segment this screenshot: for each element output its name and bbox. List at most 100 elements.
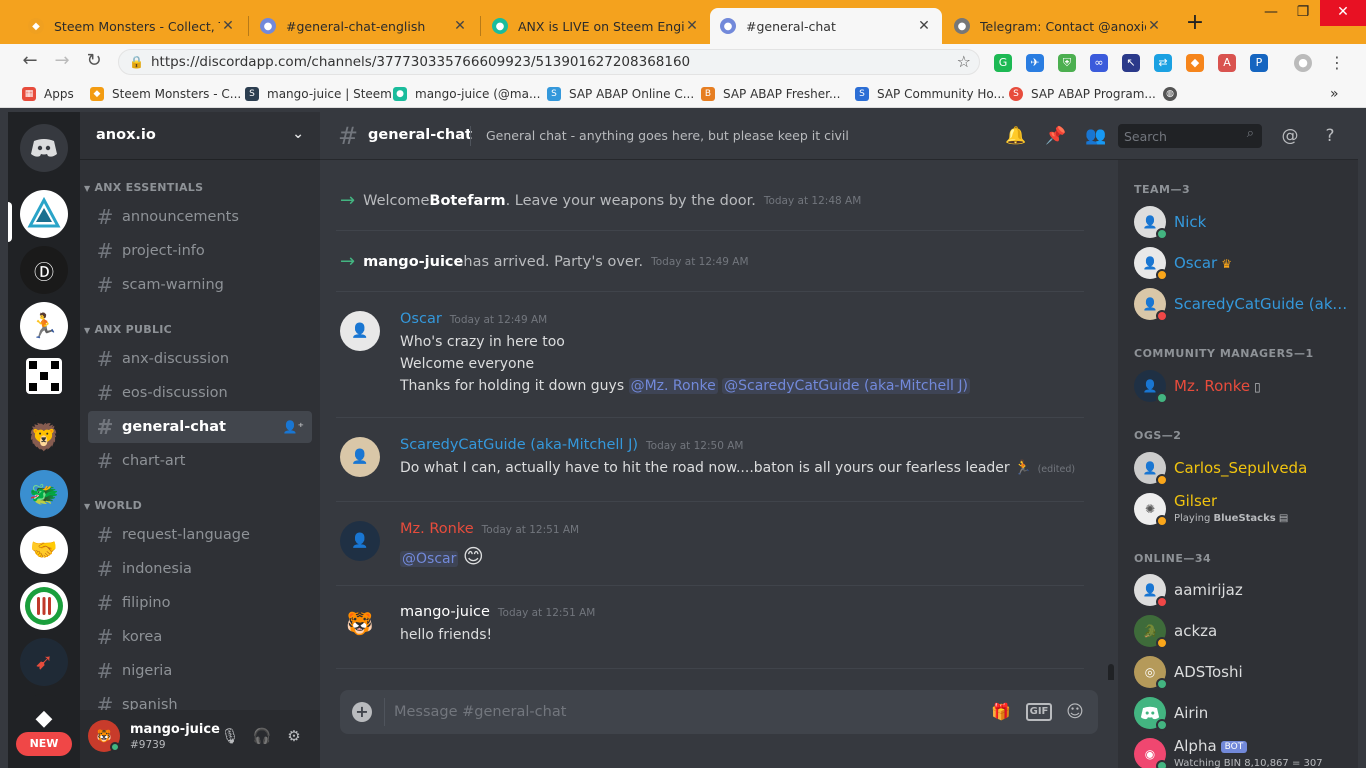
member-list-icon[interactable]: 👥	[1084, 124, 1108, 148]
upload-plus-button[interactable]: +	[352, 702, 372, 722]
server-handshake-icon[interactable]: 🤝	[20, 526, 68, 574]
member-alpha[interactable]: ◉ Alpha BOT Watching BIN 8,10,867 = 307	[1126, 734, 1350, 768]
channel-chart-art[interactable]: # chart-art	[88, 445, 312, 477]
channel-request-language[interactable]: # request-language	[88, 519, 312, 551]
author-name[interactable]: Oscar	[400, 311, 442, 327]
bookmark-mango-juice-ma[interactable]: ● mango-juice (@ma...	[393, 85, 540, 103]
browser-tab-anx-live[interactable]: ● ANX is LIVE on Steem Engine ar ✕	[482, 8, 710, 44]
close-tab-icon[interactable]: ✕	[452, 18, 468, 34]
bookmarks-overflow-icon[interactable]: »	[1330, 85, 1339, 103]
reload-icon[interactable]: ↻	[82, 50, 106, 74]
channel-indonesia[interactable]: # indonesia	[88, 553, 312, 585]
member-name[interactable]: Botefarm	[429, 193, 505, 209]
extension-pdf-icon[interactable]: A	[1218, 54, 1236, 72]
category-anx-essentials[interactable]: ▼ ANX ESSENTIALS	[84, 181, 203, 194]
close-window-button[interactable]: ✕	[1320, 0, 1366, 26]
bookmark-globe[interactable]: ◍	[1163, 85, 1185, 103]
menu-kebab-icon[interactable]: ⋮	[1328, 54, 1346, 72]
member-name[interactable]: mango-juice	[363, 254, 463, 270]
user-mention[interactable]: @Mz. Ronke	[628, 378, 718, 394]
new-server-badge[interactable]: NEW	[16, 732, 72, 756]
bookmark-apps[interactable]: ▦ Apps	[22, 85, 74, 103]
server-dragon-icon[interactable]: 🐲	[20, 470, 68, 518]
browser-tab-telegram[interactable]: ● Telegram: Contact @anoxio ✕	[944, 8, 1172, 44]
extension-grammarly-icon[interactable]: G	[994, 54, 1012, 72]
bookmark-sap-abap-fresher[interactable]: B SAP ABAP Fresher...	[701, 85, 840, 103]
channel-scam-warning[interactable]: # scam-warning	[88, 269, 312, 301]
extension-infinity-icon[interactable]: ∞	[1090, 54, 1108, 72]
message-scrollbar[interactable]	[1108, 664, 1114, 680]
mute-microphone-icon[interactable]: 🎙	[220, 726, 240, 746]
server-anox-icon[interactable]	[20, 190, 68, 238]
profile-avatar-icon[interactable]: ●	[1294, 54, 1312, 72]
emoji-picker-icon[interactable]: ☺	[1064, 700, 1086, 724]
discord-home-icon[interactable]	[20, 124, 68, 172]
settings-gear-icon[interactable]: ⚙	[284, 726, 304, 746]
member-oscar[interactable]: 👤 Oscar ♛	[1126, 243, 1350, 283]
extension-p-icon[interactable]: P	[1250, 54, 1268, 72]
extension-cursor-icon[interactable]: ↖	[1122, 54, 1140, 72]
member-adstoshi[interactable]: ◎ ADSToshi	[1126, 652, 1350, 692]
notification-bell-icon[interactable]: 🔔	[1004, 124, 1028, 148]
channel-filipino[interactable]: # filipino	[88, 587, 312, 619]
close-tab-icon[interactable]: ✕	[684, 18, 700, 34]
gif-button[interactable]: GIF	[1026, 703, 1052, 721]
server-lion-icon[interactable]: 🦁	[20, 414, 68, 462]
bookmark-sap-community[interactable]: S SAP Community Ho...	[855, 85, 1005, 103]
channel-korea[interactable]: # korea	[88, 621, 312, 653]
bookmark-sap-abap-online[interactable]: S SAP ABAP Online C...	[547, 85, 694, 103]
channel-topic[interactable]: General chat - anything goes here, but p…	[486, 128, 849, 143]
channel-nigeria[interactable]: # nigeria	[88, 655, 312, 687]
url-bar[interactable]: 🔒 https://discordapp.com/channels/377730…	[118, 49, 980, 75]
avatar[interactable]: 🐯	[340, 604, 380, 644]
create-invite-icon[interactable]: 👤⁺	[283, 420, 304, 434]
avatar[interactable]: 👤	[340, 521, 380, 561]
user-mention[interactable]: @ScaredyCatGuide (aka-Mitchell J)	[722, 378, 970, 394]
search-box[interactable]: ⌕	[1118, 124, 1262, 148]
pinned-messages-icon[interactable]: 📌	[1044, 124, 1068, 148]
minimize-button[interactable]: —	[1256, 0, 1286, 26]
browser-tab-steem-monsters[interactable]: ◆ Steem Monsters - Collect, Trade ✕	[18, 8, 246, 44]
channel-general-chat[interactable]: # general-chat 👤⁺	[88, 411, 312, 443]
member-mz-ronke[interactable]: 👤 Mz. Ronke ▯	[1126, 366, 1350, 406]
server-runner-icon[interactable]: 🏃	[20, 302, 68, 350]
user-mention[interactable]: @Oscar	[400, 551, 459, 567]
server-steem-icon[interactable]	[20, 582, 68, 630]
channel-eos-discussion[interactable]: # eos-discussion	[88, 377, 312, 409]
back-arrow-icon[interactable]: ←	[18, 50, 42, 74]
member-scaredycatguide[interactable]: 👤 ScaredyCatGuide (aka-...	[1126, 284, 1350, 324]
server-grid-icon[interactable]	[26, 358, 62, 394]
close-tab-icon[interactable]: ✕	[1146, 18, 1162, 34]
member-gilser[interactable]: ✺ Gilser Playing BlueStacks ▤	[1126, 489, 1350, 529]
browser-tab-general-chat-english[interactable]: ● #general-chat-english ✕	[250, 8, 478, 44]
extension-plane-icon[interactable]: ✈	[1026, 54, 1044, 72]
close-tab-icon[interactable]: ✕	[916, 18, 932, 34]
channel-anx-discussion[interactable]: # anx-discussion	[88, 343, 312, 375]
member-airin[interactable]: Airin	[1126, 693, 1350, 733]
new-tab-button[interactable]: +	[1183, 12, 1207, 36]
avatar[interactable]: 👤	[340, 311, 380, 351]
forward-arrow-icon[interactable]: →	[50, 50, 74, 74]
bookmark-sap-abap-program[interactable]: S SAP ABAP Program...	[1009, 85, 1156, 103]
extension-arrows-icon[interactable]: ⇄	[1154, 54, 1172, 72]
bookmark-steem-monsters[interactable]: ◆ Steem Monsters - C...	[90, 85, 241, 103]
category-world[interactable]: ▼ WORLD	[84, 499, 142, 512]
search-input[interactable]	[1124, 126, 1234, 146]
extension-shield-icon[interactable]: ⛨	[1058, 54, 1076, 72]
message-input[interactable]	[394, 700, 954, 724]
member-carlos-sepulveda[interactable]: 👤 Carlos_Sepulveda	[1126, 448, 1350, 488]
category-anx-public[interactable]: ▼ ANX PUBLIC	[84, 323, 172, 336]
member-nick[interactable]: 👤 Nick	[1126, 202, 1350, 242]
server-arrow-icon[interactable]: ➹	[20, 638, 68, 686]
server-d-infinity-icon[interactable]: Ⓓ	[20, 246, 68, 294]
close-tab-icon[interactable]: ✕	[220, 18, 236, 34]
member-ackza[interactable]: 🐊 ackza	[1126, 611, 1350, 651]
channel-project-info[interactable]: # project-info	[88, 235, 312, 267]
maximize-button[interactable]: ❐	[1288, 0, 1318, 26]
headphones-icon[interactable]: 🎧	[252, 726, 272, 746]
bookmark-star-icon[interactable]: ☆	[957, 50, 971, 74]
author-name[interactable]: Mz. Ronke	[400, 521, 474, 537]
gift-icon[interactable]: 🎁	[990, 700, 1012, 724]
author-name[interactable]: mango-juice	[400, 604, 490, 620]
mentions-at-icon[interactable]: @	[1278, 124, 1302, 148]
